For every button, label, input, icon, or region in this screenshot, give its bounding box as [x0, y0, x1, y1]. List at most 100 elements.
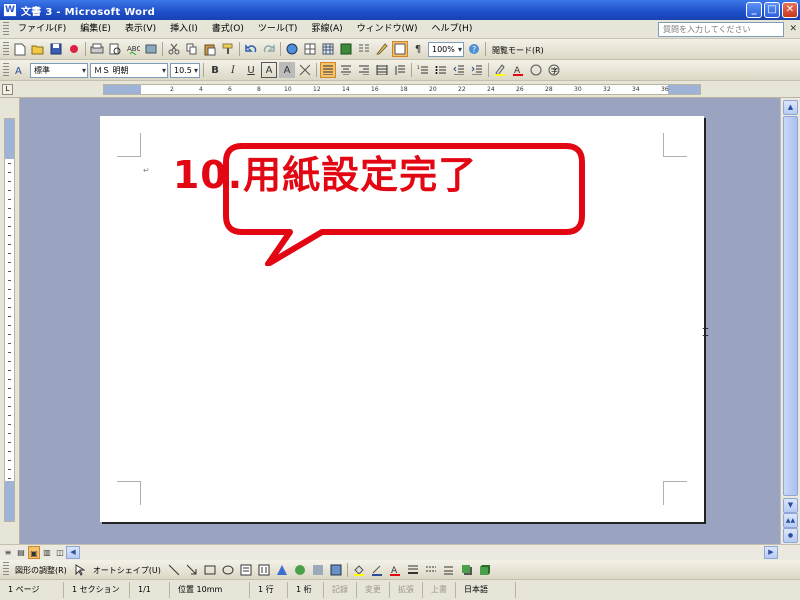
print-layout-button[interactable]: ▣	[28, 546, 40, 559]
fill-color-icon[interactable]	[351, 562, 367, 578]
font-color-icon[interactable]: A	[510, 62, 526, 78]
normal-view-button[interactable]: ≡	[2, 546, 14, 559]
align-right-icon[interactable]	[356, 62, 372, 78]
menu-table[interactable]: 罫線(A)	[304, 21, 349, 38]
web-layout-button[interactable]: ▤	[15, 546, 27, 559]
menu-view[interactable]: 表示(V)	[118, 21, 163, 38]
clip-art-icon[interactable]	[310, 562, 326, 578]
drawing-font-color-icon[interactable]: A	[387, 562, 403, 578]
format-painter-icon[interactable]	[220, 41, 236, 57]
highlight-icon[interactable]	[492, 62, 508, 78]
text-box-icon[interactable]	[238, 562, 254, 578]
font-select[interactable]: ＭＳ 明朝	[90, 62, 168, 78]
menu-grip[interactable]	[3, 21, 9, 37]
previous-page-button[interactable]: ▲▲	[783, 513, 798, 528]
open-folder-icon[interactable]	[30, 41, 46, 57]
help-search-input[interactable]: 質問を入力してください	[658, 22, 784, 37]
arrow-tool-icon[interactable]	[184, 562, 200, 578]
cut-icon[interactable]	[166, 41, 182, 57]
autoshapes-button[interactable]: オートシェイプ(U)	[89, 562, 165, 577]
italic-button[interactable]: I	[225, 62, 241, 78]
align-center-icon[interactable]	[338, 62, 354, 78]
copy-icon[interactable]	[184, 41, 200, 57]
insert-excel-icon[interactable]	[338, 41, 354, 57]
spelling-icon[interactable]: ABC	[125, 41, 141, 57]
increase-indent-icon[interactable]	[469, 62, 485, 78]
minimize-button[interactable]: _	[746, 2, 762, 18]
bottom-margin-area[interactable]	[5, 481, 14, 521]
show-hide-icon[interactable]: ¶	[410, 41, 426, 57]
save-icon[interactable]	[48, 41, 64, 57]
research-icon[interactable]	[143, 41, 159, 57]
redo-icon[interactable]	[261, 41, 277, 57]
permission-icon[interactable]	[66, 41, 82, 57]
select-browse-object-button[interactable]: ●	[783, 528, 798, 543]
menu-help[interactable]: ヘルプ(H)	[425, 21, 480, 38]
maximize-button[interactable]: □	[764, 2, 780, 18]
phonetic-guide-icon[interactable]: 字	[546, 62, 562, 78]
menu-edit[interactable]: 編集(E)	[73, 21, 118, 38]
top-margin-area[interactable]	[5, 119, 14, 159]
print-preview-icon[interactable]	[107, 41, 123, 57]
drawing-icon[interactable]	[374, 41, 390, 57]
menu-window[interactable]: ウィンドウ(W)	[350, 21, 425, 38]
wordart-icon[interactable]	[274, 562, 290, 578]
diagram-icon[interactable]	[292, 562, 308, 578]
distributed-icon[interactable]	[374, 62, 390, 78]
insert-picture-icon[interactable]	[328, 562, 344, 578]
bullets-icon[interactable]	[433, 62, 449, 78]
vertical-text-box-icon[interactable]	[256, 562, 272, 578]
document-close-icon[interactable]: ✕	[789, 24, 797, 34]
styles-pane-icon[interactable]: A	[12, 62, 28, 78]
vertical-scrollbar[interactable]: ▲ ▼ ▲▲ ●	[780, 98, 800, 544]
style-select[interactable]: 標準	[30, 62, 88, 78]
zoom-select[interactable]: 100%	[428, 41, 464, 57]
menu-file[interactable]: ファイル(F)	[11, 21, 73, 38]
new-document-icon[interactable]	[12, 41, 28, 57]
char-scaling-icon[interactable]	[297, 62, 313, 78]
scroll-left-button[interactable]: ◀	[66, 546, 80, 559]
toolbar-grip[interactable]	[3, 41, 9, 57]
tab-selector[interactable]: L	[2, 84, 13, 95]
menu-insert[interactable]: 挿入(I)	[163, 21, 205, 38]
line-style-icon[interactable]	[405, 562, 421, 578]
reading-mode-button[interactable]: 閲覧モード(R)	[488, 42, 548, 57]
line-spacing-icon[interactable]	[392, 62, 408, 78]
toolbar-grip[interactable]	[3, 562, 9, 577]
font-size-select[interactable]: 10.5	[170, 62, 200, 78]
close-button[interactable]: ✕	[782, 2, 798, 18]
status-trk[interactable]: 変更	[357, 582, 390, 598]
dash-style-icon[interactable]	[423, 562, 439, 578]
outline-view-button[interactable]: ▥	[41, 546, 53, 559]
reading-layout-button[interactable]: ◫	[54, 546, 66, 559]
insert-table-icon[interactable]	[320, 41, 336, 57]
char-shading-button[interactable]: A	[279, 62, 295, 78]
enclosed-char-icon[interactable]	[528, 62, 544, 78]
scroll-right-button[interactable]: ▶	[764, 546, 778, 559]
hyperlink-icon[interactable]	[284, 41, 300, 57]
char-border-button[interactable]: A	[261, 62, 277, 78]
undo-icon[interactable]	[243, 41, 259, 57]
rectangle-tool-icon[interactable]	[202, 562, 218, 578]
arrow-style-icon[interactable]	[441, 562, 457, 578]
shadow-style-icon[interactable]	[459, 562, 475, 578]
columns-icon[interactable]	[356, 41, 372, 57]
menu-tools[interactable]: ツール(T)	[251, 21, 305, 38]
line-color-icon[interactable]	[369, 562, 385, 578]
right-margin-area[interactable]	[668, 85, 700, 94]
3d-style-icon[interactable]	[477, 562, 493, 578]
scroll-up-button[interactable]: ▲	[783, 100, 798, 115]
underline-button[interactable]: U	[243, 62, 259, 78]
vertical-ruler[interactable]	[4, 118, 15, 522]
status-rec[interactable]: 記録	[324, 582, 357, 598]
paste-icon[interactable]	[202, 41, 218, 57]
menu-format[interactable]: 書式(O)	[205, 21, 251, 38]
draw-menu-button[interactable]: 図形の調整(R)	[11, 562, 71, 577]
word-app-icon[interactable]: W	[3, 3, 17, 17]
select-objects-icon[interactable]	[72, 562, 88, 578]
align-justify-icon[interactable]	[320, 62, 336, 78]
scroll-thumb[interactable]	[783, 116, 798, 496]
help-icon[interactable]: ?	[466, 41, 482, 57]
status-ovr[interactable]: 上書	[423, 582, 456, 598]
numbering-icon[interactable]: 1	[415, 62, 431, 78]
